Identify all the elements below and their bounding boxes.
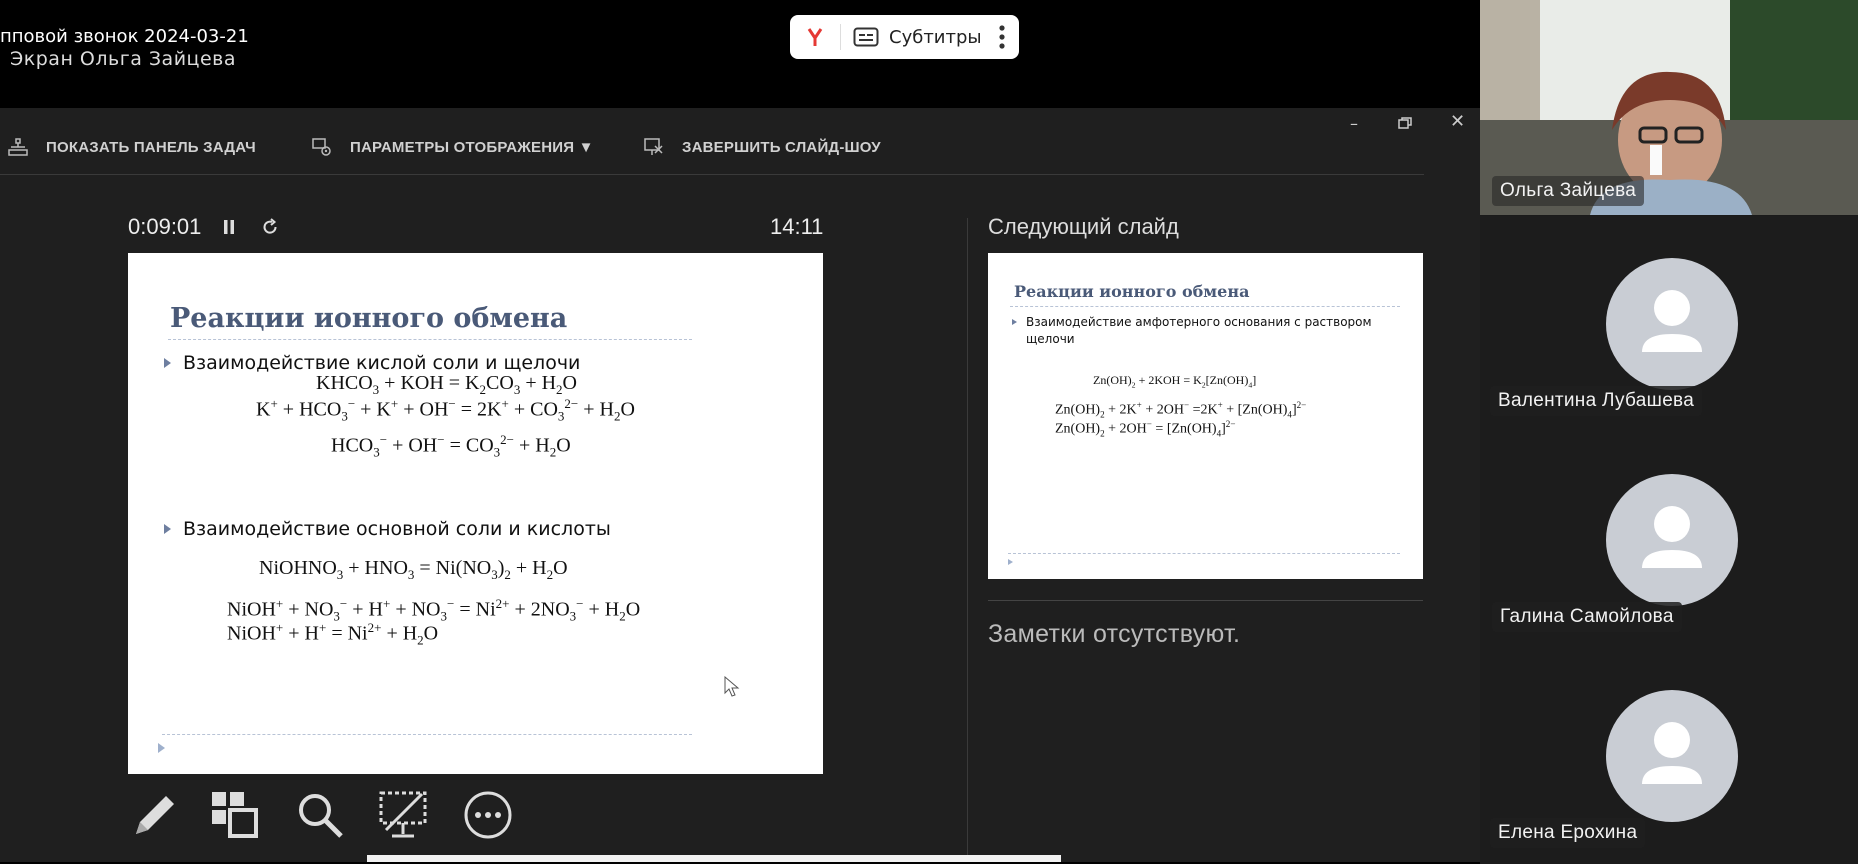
- refresh-icon: [263, 218, 277, 234]
- participant-tile[interactable]: Елена Ерохина: [1480, 648, 1858, 864]
- captions-control[interactable]: Субтитры: [790, 15, 1019, 59]
- show-taskbar-button[interactable]: ПОКАЗАТЬ ПАНЕЛЬ ЗАДАЧ: [8, 136, 256, 158]
- elapsed-timer: 0:09:01: [128, 214, 202, 239]
- next-equation-2: Zn(OH)2 + 2K+ + 2OH− =2K+ + [Zn(OH)4]2−: [1055, 400, 1307, 420]
- participant-name: Ольга Зайцева: [1492, 176, 1645, 206]
- bullet-arrow-icon: [164, 358, 171, 368]
- black-screen-button[interactable]: [378, 790, 430, 844]
- next-slide-bullet: Взаимодействие амфотерного основания с р…: [1026, 314, 1372, 348]
- restore-icon: [1398, 117, 1412, 129]
- more-horizontal-icon: [464, 791, 512, 839]
- next-equation-3: Zn(OH)2 + 2OH− = [Zn(OH)4]2−: [1055, 419, 1236, 439]
- slide-title: Реакции ионного обмена: [170, 303, 568, 334]
- next-slide-preview[interactable]: Реакции ионного обмена Взаимодействие ам…: [988, 253, 1423, 579]
- speaker-notes: Заметки отсутствуют.: [988, 620, 1241, 648]
- slide-bullet-2: Взаимодействие основной соли и кислоты: [164, 518, 611, 540]
- display-settings-button[interactable]: ПАРАМЕТРЫ ОТОБРАЖЕНИЯ ▼: [312, 136, 594, 158]
- participant-name: Елена Ерохина: [1490, 818, 1646, 848]
- equation-1: KHCO3 + KOH = K2CO3 + H2O: [316, 372, 577, 397]
- next-slide-title: Реакции ионного обмена: [1014, 282, 1250, 301]
- participant-video-tile[interactable]: Ольга Зайцева: [1480, 0, 1858, 215]
- participant-name: Галина Самойлова: [1492, 602, 1682, 632]
- next-footer-line: [1008, 553, 1400, 554]
- show-taskbar-label[interactable]: ПОКАЗАТЬ ПАНЕЛЬ ЗАДАЧ: [46, 139, 256, 156]
- pill-divider: [840, 24, 841, 50]
- display-settings-icon: [312, 138, 331, 156]
- call-title: пповой звонок 2024-03-21: [0, 26, 249, 47]
- next-equation-1: Zn(OH)2 + 2KOH = K2[Zn(OH)4]: [1093, 373, 1257, 390]
- subtitles-label[interactable]: Субтитры: [889, 27, 982, 48]
- pen-tool-button[interactable]: [128, 790, 178, 844]
- current-slide[interactable]: Реакции ионного обмена Взаимодействие ки…: [128, 253, 823, 774]
- notes-divider: [988, 600, 1423, 601]
- taskbar-icon: [8, 138, 28, 156]
- participant-tile[interactable]: Валентина Лубашева: [1480, 216, 1858, 432]
- participant-tile[interactable]: Галина Самойлова: [1480, 432, 1858, 648]
- next-slide-bullet-line-2: щелочи: [1026, 332, 1075, 346]
- taskbar-strip: [367, 855, 1061, 862]
- equation-3: HCO3− + OH− = CO32− + H2O: [331, 432, 571, 460]
- subtitles-icon[interactable]: [853, 27, 879, 47]
- pane-divider[interactable]: [967, 218, 968, 862]
- bullet-arrow-icon: [1012, 319, 1017, 325]
- pen-icon: [136, 796, 174, 834]
- zoom-button[interactable]: [295, 790, 345, 844]
- avatar: [1606, 690, 1738, 822]
- next-slide-bullet-line-1: Взаимодействие амфотерного основания с р…: [1026, 315, 1372, 329]
- mouse-cursor-icon: [724, 676, 740, 697]
- slide-bullet-2-text: Взаимодействие основной соли и кислоты: [183, 518, 611, 540]
- slides-grid-icon: [212, 792, 258, 838]
- equation-6: NiOH+ + H+ = Ni2+ + H2O: [227, 620, 439, 648]
- slide-bullet-1: Взаимодействие кислой соли и щелочи: [164, 352, 580, 374]
- display-settings-label[interactable]: ПАРАМЕТРЫ ОТОБРАЖЕНИЯ ▼: [350, 139, 594, 156]
- end-slideshow-icon: [644, 138, 663, 155]
- minimize-button[interactable]: –: [1350, 114, 1358, 133]
- more-vertical-icon[interactable]: [999, 25, 1005, 49]
- person-icon: [1642, 290, 1702, 352]
- slide-bullet-1-text: Взаимодействие кислой соли и щелочи: [183, 352, 581, 374]
- pause-icon: [224, 220, 234, 234]
- end-slideshow-button[interactable]: ЗАВЕРШИТЬ СЛАЙД-ШОУ: [644, 136, 881, 158]
- current-time: 14:11: [770, 214, 824, 239]
- title-underline: [168, 339, 692, 340]
- yandex-logo-icon: [807, 28, 823, 46]
- next-footer-arrow-icon: [1008, 559, 1013, 565]
- equation-4: NiOHNO3 + HNO3 = Ni(NO3)2 + H2O: [259, 557, 568, 582]
- screen-off-icon: [379, 791, 427, 838]
- close-button[interactable]: ✕: [1450, 111, 1465, 132]
- footer-line: [162, 734, 692, 735]
- person-icon: [1642, 722, 1702, 784]
- toolbar-divider: [0, 174, 1424, 175]
- bullet-arrow-icon: [164, 524, 171, 534]
- end-slideshow-label[interactable]: ЗАВЕРШИТЬ СЛАЙД-ШОУ: [682, 139, 881, 156]
- magnifier-icon: [299, 794, 343, 838]
- pause-timer-button[interactable]: [222, 218, 236, 240]
- next-title-underline: [1010, 306, 1400, 307]
- avatar: [1606, 258, 1738, 390]
- see-all-slides-button[interactable]: [210, 790, 260, 844]
- person-icon: [1642, 506, 1702, 568]
- more-options-button[interactable]: [463, 790, 513, 844]
- screen-owner-label: Экран Ольга Зайцева: [10, 48, 237, 70]
- next-slide-label: Следующий слайд: [988, 214, 1179, 239]
- participant-name: Валентина Лубашева: [1490, 386, 1703, 416]
- reset-timer-button[interactable]: [261, 218, 279, 240]
- footer-arrow-icon: [158, 743, 165, 753]
- avatar: [1606, 474, 1738, 606]
- restore-button[interactable]: [1398, 114, 1412, 133]
- equation-2: K+ + HCO3− + K+ + OH− = 2K+ + CO32− + H2…: [256, 396, 635, 424]
